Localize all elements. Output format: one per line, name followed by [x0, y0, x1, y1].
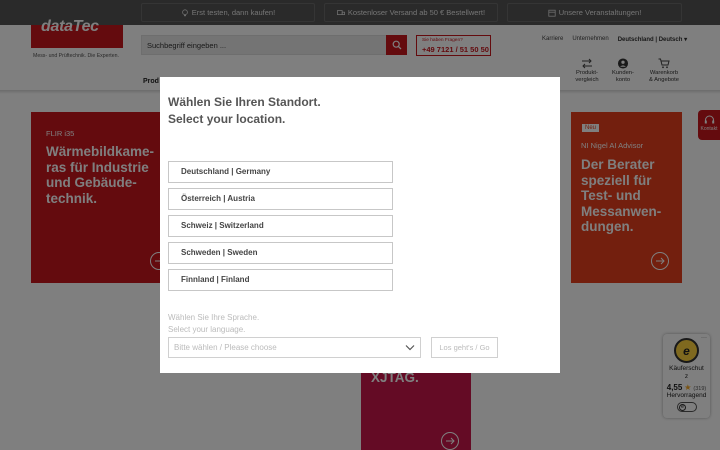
location-option-finland[interactable]: Finnland | Finland [168, 269, 393, 291]
location-option-switzerland[interactable]: Schweiz | Switzerland [168, 215, 393, 237]
language-select[interactable]: Bitte wählen / Please choose [168, 337, 421, 358]
modal-title: Wählen Sie Ihren Standort. Select your l… [168, 95, 321, 126]
location-option-sweden[interactable]: Schweden | Sweden [168, 242, 393, 264]
chevron-down-icon [405, 345, 415, 351]
location-modal: Wählen Sie Ihren Standort. Select your l… [160, 77, 560, 373]
location-option-germany[interactable]: Deutschland | Germany [168, 161, 393, 183]
location-option-austria[interactable]: Österreich | Austria [168, 188, 393, 210]
go-button[interactable]: Los geht's / Go [431, 337, 498, 358]
language-title: Wählen Sie Ihre Sprache. Select your lan… [168, 313, 260, 334]
